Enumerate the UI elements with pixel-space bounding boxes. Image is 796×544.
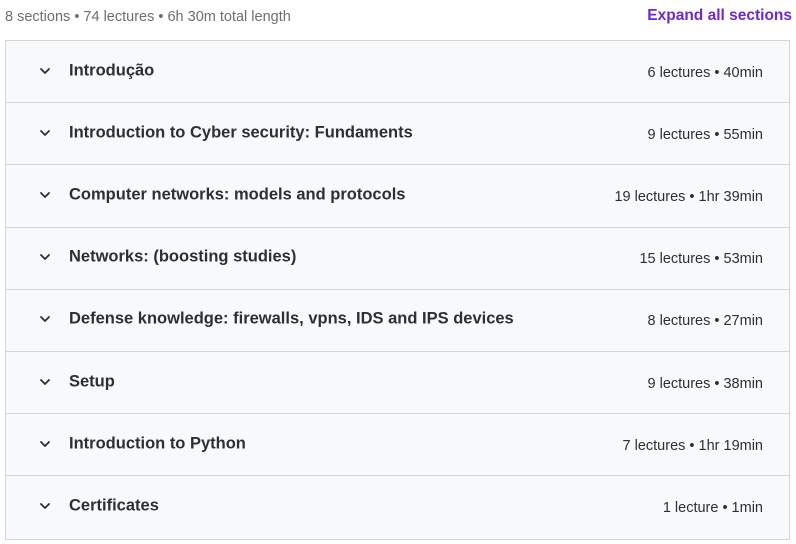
chevron-down-icon xyxy=(39,127,51,139)
section-meta: 9 lectures • 38min xyxy=(647,375,764,392)
section-meta: 9 lectures • 55min xyxy=(647,126,764,143)
curriculum-summary: 8 sections • 74 lectures • 6h 30m total … xyxy=(5,9,291,25)
chevron-down-icon xyxy=(39,65,51,77)
section-meta: 19 lectures • 1hr 39min xyxy=(614,188,763,205)
chevron-down-icon xyxy=(39,251,51,263)
section-row[interactable]: Introdução 6 lectures • 40min xyxy=(6,41,789,104)
chevron-down-icon xyxy=(39,500,51,512)
chevron-down-icon xyxy=(39,376,51,388)
section-title: Introduction to Cyber security: Fundamen… xyxy=(69,123,413,142)
section-title: Setup xyxy=(69,372,115,391)
section-row[interactable]: Certificates 1 lecture • 1min xyxy=(6,476,789,539)
chevron-down-icon xyxy=(39,189,51,201)
section-row[interactable]: Networks: (boosting studies) 15 lectures… xyxy=(6,227,789,290)
section-row[interactable]: Introduction to Cyber security: Fundamen… xyxy=(6,103,789,166)
section-title: Introdução xyxy=(69,61,155,80)
section-title: Certificates xyxy=(69,496,159,515)
section-meta: 7 lectures • 1hr 19min xyxy=(622,437,763,454)
section-meta: 8 lectures • 27min xyxy=(647,313,764,330)
curriculum-summary-bar: 8 sections • 74 lectures • 6h 30m total … xyxy=(0,0,796,34)
curriculum-section-list: Introdução 6 lectures • 40min Introducti… xyxy=(5,40,790,540)
section-meta: 1 lecture • 1min xyxy=(662,500,763,517)
section-meta: 6 lectures • 40min xyxy=(647,64,764,81)
chevron-down-icon xyxy=(39,438,51,450)
section-title: Networks: (boosting studies) xyxy=(69,247,297,266)
section-row[interactable]: Setup 9 lectures • 38min xyxy=(6,351,789,415)
section-meta: 15 lectures • 53min xyxy=(639,250,763,267)
section-row[interactable]: Introduction to Python 7 lectures • 1hr … xyxy=(6,414,789,477)
section-title: Defense knowledge: firewalls, vpns, IDS … xyxy=(69,309,514,328)
section-title: Computer networks: models and protocols xyxy=(69,185,406,204)
section-row[interactable]: Defense knowledge: firewalls, vpns, IDS … xyxy=(6,289,789,352)
chevron-down-icon xyxy=(39,313,51,325)
section-row[interactable]: Computer networks: models and protocols … xyxy=(6,165,789,228)
expand-all-sections-button[interactable]: Expand all sections xyxy=(647,7,792,25)
section-title: Introduction to Python xyxy=(69,434,246,453)
